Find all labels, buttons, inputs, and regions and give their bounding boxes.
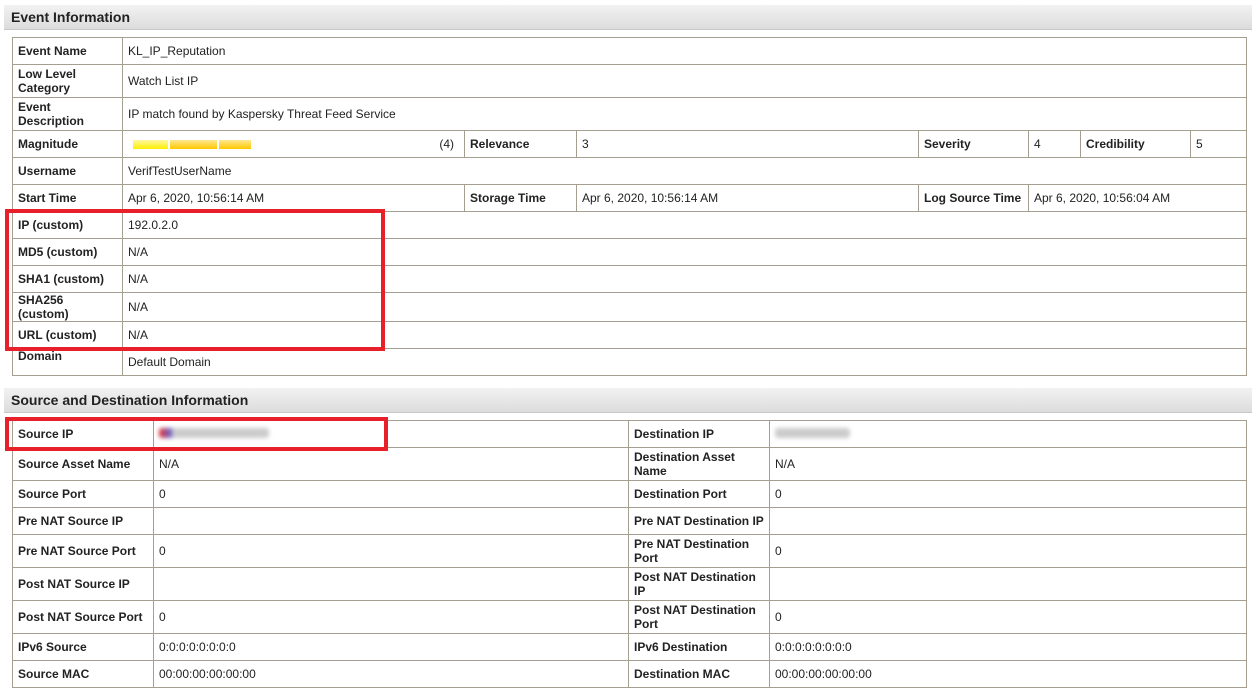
field-label: Post NAT Source IP: [12, 567, 154, 601]
table-row: Pre NAT Source Port 0 Pre NAT Destination …: [12, 534, 1247, 568]
field-label: Pre NAT Destination Port: [628, 534, 770, 568]
field-label: Destination MAC: [628, 660, 770, 688]
field-value: 00:00:00:00:00:00: [153, 660, 629, 688]
magnitude-label: Magnitude: [12, 130, 123, 158]
table-row: Pre NAT Source IP Pre NAT Destination IP: [12, 507, 1247, 535]
field-value: [153, 507, 629, 535]
description-value: IP match found by Kaspersky Threat Feed …: [121, 97, 1248, 131]
domain-value: Default Domain: [121, 348, 1248, 376]
field-value: [769, 507, 1247, 535]
field-value: 0: [769, 480, 1247, 508]
storage-time-label: Storage Time: [464, 184, 577, 212]
table-row: IPv6 Source 0:0:0:0:0:0:0:0 IPv6 Destinati…: [12, 633, 1247, 661]
relevance-label: Relevance: [464, 130, 577, 158]
domain-label: Domain: [12, 348, 123, 376]
llc-value: Watch List IP: [121, 64, 1248, 98]
table-row: Source Asset Name N/A Destination Asset Na…: [12, 447, 1247, 481]
field-label: IPv6 Destination: [628, 633, 770, 661]
magnitude-bar: [133, 139, 251, 149]
field-value: 0: [769, 534, 1247, 568]
storage-time-value: Apr 6, 2020, 10:56:14 AM: [576, 184, 919, 212]
field-value: 00:00:00:00:00:00: [769, 660, 1247, 688]
llc-label: Low Level Category: [12, 64, 123, 98]
magnitude-value: (4): [439, 137, 454, 151]
magnitude-cell: (4): [122, 130, 465, 158]
field-value: 0: [153, 480, 629, 508]
table-row: Source Port 0 Destination Port 0: [12, 480, 1247, 508]
field-value: N/A: [153, 447, 629, 481]
relevance-value: 3: [576, 130, 919, 158]
field-label: Destination Asset Name: [628, 447, 770, 481]
field-label: Post NAT Destination IP: [628, 567, 770, 601]
field-value: 0: [153, 534, 629, 568]
username-label: Username: [12, 157, 123, 185]
highlight-box-custom: [5, 209, 385, 351]
log-source-time-label: Log Source Time: [918, 184, 1029, 212]
field-label: Destination Port: [628, 480, 770, 508]
field-value: [769, 567, 1247, 601]
username-value: VerifTestUserName: [121, 157, 1248, 185]
source-destination-table: Source IP Destination IP Source Asset Name…: [12, 420, 1247, 688]
field-label: Post NAT Destination Port: [628, 600, 770, 634]
field-label: Source Port: [12, 480, 154, 508]
event-name-label: Event Name: [12, 37, 123, 65]
credibility-value: 5: [1189, 130, 1248, 158]
field-label: Pre NAT Destination IP: [628, 507, 770, 535]
field-label: Pre NAT Source IP: [12, 507, 154, 535]
field-label: IPv6 Source: [12, 633, 154, 661]
table-row: Source MAC 00:00:00:00:00:00 Destination M…: [12, 660, 1247, 688]
event-information-header: Event Information: [4, 5, 1252, 30]
field-value: [769, 420, 1247, 448]
field-value: [153, 567, 629, 601]
credibility-label: Credibility: [1080, 130, 1191, 158]
highlight-box-source-ip: [5, 417, 388, 451]
description-label: Event Description: [12, 97, 123, 131]
start-time-label: Start Time: [12, 184, 123, 212]
field-value: N/A: [769, 447, 1247, 481]
field-label: Source MAC: [12, 660, 154, 688]
severity-value: 4: [1028, 130, 1081, 158]
event-name-value: KL_IP_Reputation: [121, 37, 1248, 65]
severity-label: Severity: [918, 130, 1029, 158]
table-row: Post NAT Source IP Post NAT Destination I…: [12, 567, 1247, 601]
table-row: Post NAT Source Port 0 Post NAT Destinatio…: [12, 600, 1247, 634]
log-source-time-value: Apr 6, 2020, 10:56:04 AM: [1027, 184, 1248, 212]
field-label: Pre NAT Source Port: [12, 534, 154, 568]
field-label: Source Asset Name: [12, 447, 154, 481]
start-time-value: Apr 6, 2020, 10:56:14 AM: [122, 184, 465, 212]
field-value: 0: [153, 600, 629, 634]
field-label: Destination IP: [628, 420, 770, 448]
field-value: 0: [769, 600, 1247, 634]
field-value: 0:0:0:0:0:0:0:0: [769, 633, 1247, 661]
source-destination-header: Source and Destination Information: [4, 388, 1252, 413]
field-value: 0:0:0:0:0:0:0:0: [153, 633, 629, 661]
field-label: Post NAT Source Port: [12, 600, 154, 634]
redacted-ip: [775, 428, 850, 438]
